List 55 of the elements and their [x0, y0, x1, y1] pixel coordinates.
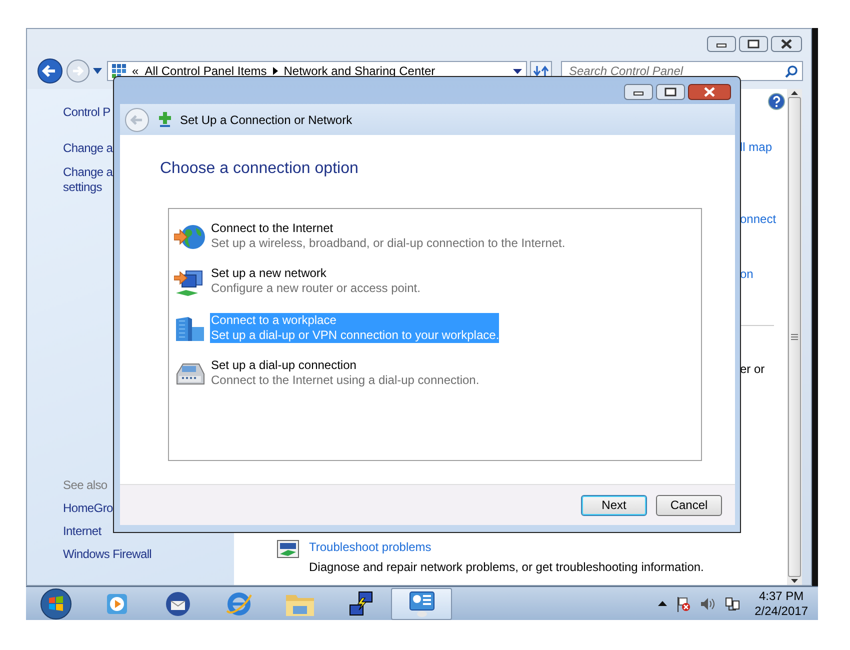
- minimize-button[interactable]: [707, 36, 736, 52]
- scroll-down-arrow[interactable]: [791, 579, 798, 583]
- sidebar-link[interactable]: Control P: [63, 105, 110, 120]
- see-also-heading: See also: [63, 478, 108, 493]
- control-panel-icon: [408, 590, 436, 618]
- help-icon[interactable]: [768, 93, 785, 110]
- play-icon: [104, 592, 128, 616]
- connection-option[interactable]: Set up a new network Configure a new router or access point.: [210, 266, 420, 296]
- dropdown-caret-icon[interactable]: [513, 68, 522, 74]
- history-dropdown[interactable]: [93, 68, 102, 74]
- globe-icon: [174, 223, 206, 251]
- connection-option[interactable]: Set up a dial-up connection Connect to the Internet using a dial-up connection.: [210, 358, 480, 388]
- back-button[interactable]: [37, 58, 63, 84]
- computers-icon: [346, 590, 374, 618]
- clock[interactable]: 4:37 PM 2/24/2017: [754, 588, 808, 618]
- taskbar-button[interactable]: [391, 588, 452, 620]
- flag-icon[interactable]: [676, 596, 691, 612]
- bird-mail-icon: [164, 590, 192, 616]
- task-link[interactable]: onnect: [740, 212, 787, 227]
- maximize-button[interactable]: [739, 36, 768, 52]
- show-hidden-icons-arrow[interactable]: [658, 601, 667, 606]
- building-icon: [174, 315, 206, 343]
- dialog-heading: Choose a connection option: [160, 160, 360, 178]
- sidebar-link[interactable]: Change a settings: [63, 165, 113, 195]
- close-button[interactable]: [771, 36, 802, 52]
- dialog-title: Set Up a Connection or Network: [180, 112, 352, 126]
- connection-option[interactable]: Connect to the Internet Set up a wireless, broadband, or dial-up connection to the Internet.: [210, 221, 566, 251]
- search-icon: [785, 65, 798, 78]
- troubleshoot-description: Diagnose and repair network problems, or get troubleshooting information.: [309, 560, 704, 575]
- overflow-chevron[interactable]: «: [132, 64, 139, 78]
- minimize-button[interactable]: [624, 84, 653, 100]
- start-button[interactable]: [40, 588, 72, 620]
- task-link[interactable]: ll map: [740, 140, 787, 155]
- maximize-button[interactable]: [656, 84, 685, 100]
- scrollbar[interactable]: [787, 89, 802, 585]
- browser-e-icon: [224, 590, 252, 616]
- troubleshoot-link[interactable]: Troubleshoot problems: [309, 540, 704, 555]
- breadcrumb[interactable]: Network and Sharing Center: [284, 64, 436, 78]
- sidebar-link[interactable]: Change a: [63, 141, 113, 156]
- scroll-up-arrow[interactable]: [791, 91, 798, 95]
- network-setup-icon: [158, 112, 172, 128]
- next-button[interactable]: Next: [581, 494, 647, 516]
- separator-arrow-icon[interactable]: [272, 67, 278, 75]
- see-also-link[interactable]: Internet: [63, 524, 102, 539]
- see-also-link[interactable]: Windows Firewall: [63, 547, 152, 562]
- see-also-link[interactable]: HomeGro: [63, 501, 113, 516]
- scroll-thumb[interactable]: [788, 97, 801, 577]
- close-button[interactable]: [688, 84, 731, 100]
- grip-icon: [791, 334, 798, 340]
- breadcrumb[interactable]: All Control Panel Items: [144, 64, 267, 78]
- control-panel-icon: [112, 64, 126, 78]
- troubleshoot-icon: [277, 540, 299, 558]
- speaker-icon[interactable]: [700, 596, 716, 610]
- cancel-button[interactable]: Cancel: [656, 494, 722, 516]
- network-icon[interactable]: [724, 596, 740, 612]
